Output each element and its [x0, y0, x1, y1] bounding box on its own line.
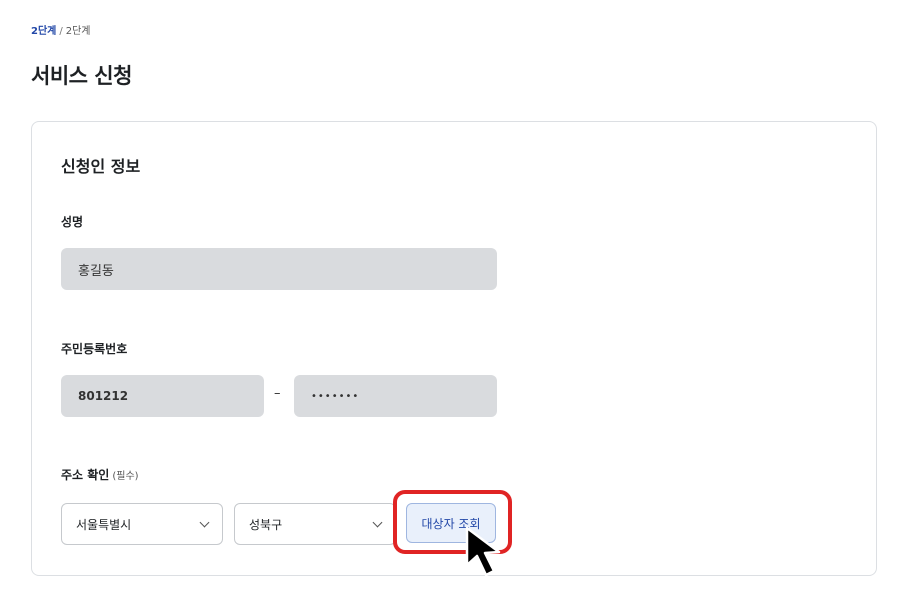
rrn-label: 주민등록번호	[61, 342, 128, 356]
page-title: 서비스 신청	[31, 64, 132, 88]
breadcrumb-step: 2단계	[65, 26, 91, 37]
breadcrumb-separator: /	[59, 26, 63, 37]
city-select-value: 서울특별시	[76, 517, 132, 532]
rrn-separator: –	[274, 386, 281, 401]
chevron-down-icon	[199, 517, 210, 528]
name-field[interactable]: 홍길동	[61, 248, 497, 290]
section-title: 신청인 정보	[61, 157, 141, 176]
breadcrumb: 2단계/2단계	[31, 25, 91, 39]
chevron-down-icon	[372, 517, 383, 528]
rrn-back-field[interactable]: •••••••	[294, 375, 497, 417]
district-select-value: 성북구	[249, 517, 283, 532]
rrn-front-field[interactable]: 801212	[61, 375, 264, 417]
address-label-text: 주소 확인	[61, 468, 110, 482]
mouse-cursor-icon	[465, 526, 501, 577]
district-select[interactable]: 성북구	[234, 503, 396, 545]
required-hint: (필수)	[112, 471, 139, 482]
address-label: 주소 확인 (필수)	[61, 466, 139, 483]
city-select[interactable]: 서울특별시	[61, 503, 223, 545]
breadcrumb-current[interactable]: 2단계	[31, 26, 56, 37]
name-label: 성명	[61, 215, 84, 229]
